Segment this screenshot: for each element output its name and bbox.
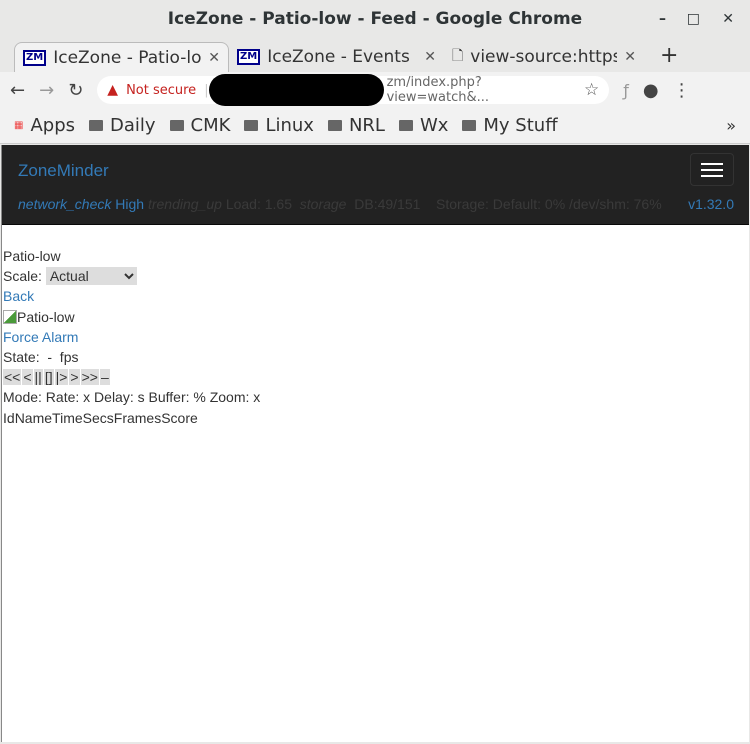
bookmark-daily[interactable]: Daily (89, 115, 156, 136)
hamburger-menu-button[interactable] (690, 153, 734, 186)
step-forward-button[interactable]: > (69, 369, 80, 386)
bookmark-my-stuff[interactable]: My Stuff (462, 115, 558, 136)
events-table-header: IdNameTimeSecsFramesScore (3, 408, 749, 428)
system-status: network_check High trending_up Load: 1.6… (18, 196, 662, 212)
version-link[interactable]: v1.32.0 (688, 196, 734, 212)
bookmark-label: Wx (419, 115, 449, 136)
new-tab-button[interactable]: + (660, 43, 678, 68)
mode-status: Mode: Rate: x Delay: s Buffer: % Zoom: x (3, 389, 261, 406)
force-alarm-link[interactable]: Force Alarm (3, 329, 78, 345)
monitor-image-alt: Patio-low (17, 308, 75, 325)
redacted-host (209, 74, 385, 106)
network-status: High (115, 196, 145, 212)
security-status[interactable]: Not secure (126, 83, 196, 98)
step-back-button[interactable]: < (22, 369, 33, 386)
profile-icon[interactable]: ● (643, 80, 659, 101)
forward-button[interactable]: → (39, 80, 54, 101)
load-status: Load: 1.65 (225, 196, 292, 212)
browser-toolbar: ← → ↻ ▲ Not secure | zm/index.php?view=w… (0, 72, 750, 108)
bookmark-label: My Stuff (483, 115, 558, 136)
reload-button[interactable]: ↻ (68, 80, 83, 101)
back-button[interactable]: ← (10, 80, 25, 101)
playback-controls: << < ||[] |> > >> – (3, 367, 749, 387)
bookmark-nrl[interactable]: NRL (327, 115, 385, 136)
fast-rewind-button[interactable]: << (3, 369, 22, 386)
tab-label: IceZone - Patio-low (53, 47, 202, 68)
scale-select[interactable]: Actual (45, 267, 137, 286)
back-link[interactable]: Back (3, 288, 34, 304)
window-title: IceZone - Patio-low - Feed - Google Chro… (167, 9, 583, 29)
state-text: State: - fps (3, 349, 79, 366)
tab-strip: ZM IceZone - Patio-low ✕ ZM IceZone - Event… (0, 38, 750, 72)
page-viewport: ZoneMinder network_check High trending_u… (1, 145, 749, 742)
close-tab-icon[interactable]: ✕ (424, 49, 436, 65)
brand-link[interactable]: ZoneMinder (18, 161, 109, 181)
folder-icon (398, 120, 413, 131)
tab-view-source[interactable]: 🗋 view-source:https ✕ (444, 42, 644, 72)
chrome-menu-icon[interactable]: ⋮ (673, 80, 691, 101)
bookmark-label: Linux (265, 115, 314, 136)
folder-icon (462, 120, 477, 131)
col-id: Id (3, 409, 15, 426)
folder-icon (244, 120, 259, 131)
play-button[interactable]: |> (54, 369, 69, 386)
folder-icon (327, 120, 342, 131)
close-tab-icon[interactable]: ✕ (208, 50, 220, 66)
bookmark-label: NRL (348, 115, 385, 136)
bookmarks-bar: ▦ Apps Daily CMK Linux NRL Wx My Stuff » (0, 108, 750, 144)
col-frames: Frames (113, 409, 162, 426)
extension-icon[interactable]: ƒ (623, 81, 629, 100)
broken-image-icon (3, 309, 17, 324)
close-tab-icon[interactable]: ✕ (624, 49, 636, 65)
bookmark-apps[interactable]: ▦ Apps (14, 115, 75, 136)
minimize-button[interactable]: – (659, 0, 666, 38)
zm-favicon-icon: ZM (237, 49, 261, 65)
monitor-name: Patio-low (3, 248, 61, 264)
col-name: Name (14, 409, 53, 426)
storage-icon: storage (299, 196, 347, 212)
network-check-icon: network_check (18, 196, 112, 212)
more-bookmarks-button[interactable]: » (726, 116, 736, 135)
bookmark-linux[interactable]: Linux (244, 115, 314, 136)
tab-patio-low[interactable]: ZM IceZone - Patio-low ✕ (14, 42, 229, 72)
bookmark-cmk[interactable]: CMK (169, 115, 231, 136)
fast-forward-button[interactable]: >> (80, 369, 99, 386)
folder-icon (89, 120, 103, 131)
zoom-out-button[interactable]: – (99, 369, 110, 386)
url-text[interactable]: zm/index.php?view=watch&... (387, 75, 576, 105)
bookmark-wx[interactable]: Wx (398, 115, 449, 136)
db-status: DB:49/151 (354, 196, 421, 212)
window-title-bar: IceZone - Patio-low - Feed - Google Chro… (0, 0, 750, 38)
zoneminder-navbar: ZoneMinder network_check High trending_u… (2, 145, 749, 225)
address-bar[interactable]: ▲ Not secure | zm/index.php?view=watch&.… (97, 74, 610, 106)
scale-label: Scale: (3, 268, 42, 285)
bookmark-label: Apps (30, 115, 75, 136)
bookmark-label: Daily (110, 115, 156, 136)
trending-up-icon: trending_up (147, 196, 222, 212)
col-time: Time (52, 409, 83, 426)
page-icon: 🗋 (452, 48, 464, 64)
zm-favicon-icon: ZM (23, 49, 47, 66)
warning-icon: ▲ (107, 82, 119, 98)
col-secs: Secs (82, 409, 114, 426)
pause-button[interactable]: || (33, 369, 43, 386)
tab-events[interactable]: ZM IceZone - Events ✕ (229, 42, 444, 72)
apps-grid-icon: ▦ (14, 120, 24, 131)
bookmark-label: CMK (190, 115, 231, 136)
stop-button[interactable]: [] (43, 369, 54, 386)
close-window-button[interactable]: ✕ (722, 0, 734, 38)
storage-status: Storage: Default: 0% /dev/shm: 76% (435, 196, 662, 212)
maximize-button[interactable]: □ (687, 0, 700, 38)
folder-icon (169, 120, 184, 131)
bookmark-star-icon[interactable]: ☆ (584, 80, 599, 100)
tab-label: IceZone - Events (267, 47, 410, 67)
tab-label: view-source:https (470, 47, 618, 67)
watch-content: Patio-low Scale: Actual Back Patio-low F… (2, 225, 749, 428)
col-score: Score (161, 409, 198, 426)
